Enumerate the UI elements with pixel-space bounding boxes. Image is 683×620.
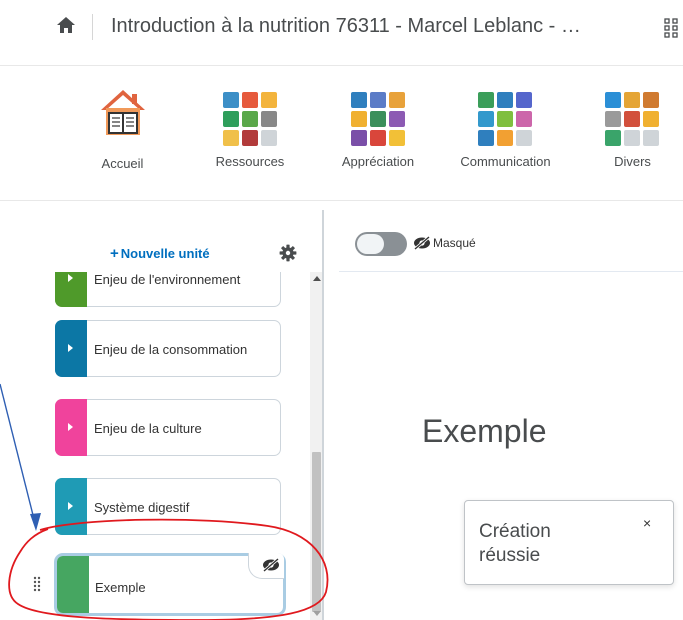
nav-label: Appréciation (341, 154, 415, 169)
nav-label: Communication (460, 154, 551, 169)
gear-icon[interactable] (279, 244, 297, 262)
nav-label: Accueil (101, 156, 144, 171)
tile (605, 130, 621, 146)
nav-label: Ressources (215, 154, 285, 169)
tile (351, 111, 367, 127)
nav-ressources[interactable]: Ressources (205, 66, 295, 186)
tile (478, 92, 494, 108)
unit-color-band (55, 478, 87, 535)
tile (605, 92, 621, 108)
play-icon (68, 274, 73, 282)
tile (370, 92, 386, 108)
home-icon[interactable] (55, 14, 77, 36)
unit-color-band (57, 556, 89, 613)
resources-tiles-icon (223, 92, 277, 146)
tile (516, 111, 532, 127)
scroll-up-arrow[interactable] (313, 276, 321, 281)
unit-title: Exemple (422, 413, 547, 449)
new-unit-button[interactable]: + Nouvelle unité (110, 245, 210, 262)
navbar-rule (0, 200, 683, 201)
tile (389, 92, 405, 108)
hidden-status-label: Masqué (433, 236, 476, 250)
eye-slash-icon (414, 236, 430, 250)
drag-handle-icon[interactable] (33, 576, 41, 592)
tile (478, 111, 494, 127)
unit-name: Enjeu de l'environnement (94, 272, 241, 287)
play-icon (68, 344, 73, 352)
tile (389, 130, 405, 146)
content-rule (339, 271, 683, 272)
tile (223, 92, 239, 108)
grid-icon[interactable] (664, 18, 679, 38)
unit-card-culture[interactable]: Enjeu de la culture (55, 399, 281, 456)
nav-communication[interactable]: Communication (453, 66, 558, 186)
nav-accueil[interactable]: Accueil (80, 66, 165, 186)
misc-tiles-icon (605, 92, 659, 146)
unit-name: Système digestif (94, 500, 190, 515)
tile (643, 111, 659, 127)
unit-color-band (55, 399, 87, 456)
tile (624, 111, 640, 127)
new-unit-label: Nouvelle unité (120, 246, 210, 261)
tile (242, 130, 258, 146)
plus-icon: + (110, 245, 119, 262)
tile (223, 130, 239, 146)
tile (516, 130, 532, 146)
tile (351, 92, 367, 108)
scroll-down-arrow[interactable] (313, 611, 321, 616)
tile (624, 92, 640, 108)
unit-color-band (55, 320, 87, 377)
header-divider (92, 14, 93, 40)
tile (242, 92, 258, 108)
close-icon[interactable]: × (643, 515, 651, 531)
unit-name: Exemple (95, 580, 146, 595)
tile (351, 130, 367, 146)
nav-label: Divers (614, 154, 651, 169)
eye-slash-icon (263, 558, 279, 572)
unit-card-environnement[interactable]: Enjeu de l'environnement (55, 272, 281, 307)
unit-name: Enjeu de la consommation (94, 342, 248, 357)
tile (261, 111, 277, 127)
success-toast: Création réussie × (464, 500, 674, 585)
play-icon (68, 502, 73, 510)
tile (516, 92, 532, 108)
unit-color-band (55, 272, 87, 307)
home-book-icon (101, 90, 145, 135)
unit-name: Enjeu de la culture (94, 421, 202, 436)
course-header: Introduction à la nutrition 76311 - Marc… (0, 0, 683, 62)
tile (497, 92, 513, 108)
tile (497, 130, 513, 146)
tile (605, 111, 621, 127)
toggle-knob (357, 234, 384, 254)
scroll-thumb[interactable] (312, 452, 321, 612)
tile (242, 111, 258, 127)
play-icon (68, 423, 73, 431)
tile (624, 130, 640, 146)
hidden-badge (248, 553, 284, 579)
tile (370, 130, 386, 146)
tile (478, 130, 494, 146)
tile (261, 92, 277, 108)
panel-divider (322, 210, 324, 620)
unit-card-consommation[interactable]: Enjeu de la consommation (55, 320, 281, 377)
nav-appreciation[interactable]: Appréciation (333, 66, 423, 186)
tile (643, 130, 659, 146)
assessment-tiles-icon (351, 92, 405, 146)
tile (261, 130, 277, 146)
tile (643, 92, 659, 108)
course-title[interactable]: Introduction à la nutrition 76311 - Marc… (111, 15, 581, 38)
navbar: Accueil Ressources Appréciation Communic… (0, 66, 683, 200)
toast-message: Création réussie (479, 521, 551, 566)
nav-divers[interactable]: Divers (590, 66, 675, 186)
tile (223, 111, 239, 127)
tile (497, 111, 513, 127)
tile (389, 111, 405, 127)
communication-tiles-icon (478, 92, 532, 146)
visibility-toggle[interactable] (355, 232, 407, 256)
unit-card-systeme-digestif[interactable]: Système digestif (55, 478, 281, 535)
tile (370, 111, 386, 127)
